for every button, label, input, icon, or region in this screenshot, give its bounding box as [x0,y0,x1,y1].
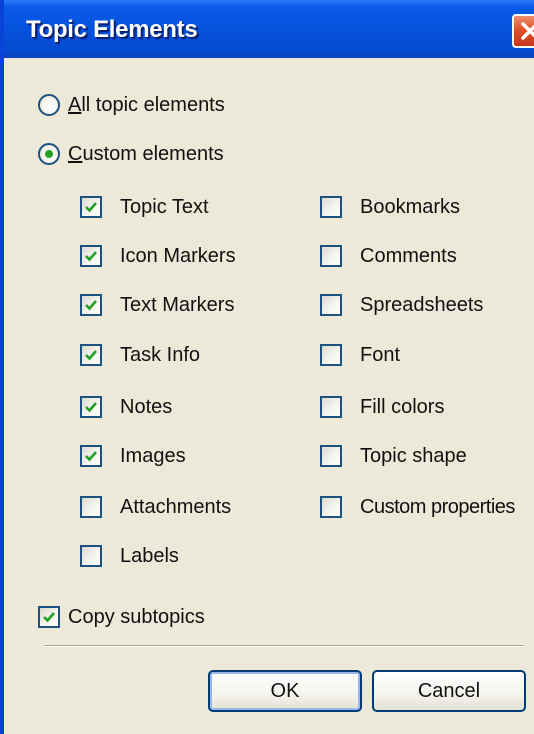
check-icon [85,451,97,462]
check-icon [43,612,55,623]
check-icon [85,251,97,262]
custom-properties-checkbox[interactable] [320,496,342,518]
all-topic-elements-radio[interactable] [38,94,60,116]
custom-elements-radio[interactable] [38,143,60,165]
fill-colors-checkbox[interactable] [320,396,342,418]
cancel-button[interactable]: Cancel [372,670,526,712]
topic-shape-checkbox[interactable] [320,445,342,467]
title-bar[interactable]: Topic Elements [4,0,534,58]
comments-label[interactable]: Comments [360,244,457,268]
close-icon [521,22,534,40]
labels-checkbox[interactable] [80,545,102,567]
custom-elements-label[interactable]: Custom elements [68,142,224,166]
check-icon [85,350,97,361]
font-checkbox[interactable] [320,344,342,366]
all-topic-elements-label[interactable]: All topic elements [68,93,225,117]
topic-shape-label[interactable]: Topic shape [360,444,467,468]
ok-button[interactable]: OK [208,670,362,712]
check-icon [85,202,97,213]
custom-properties-label[interactable]: Custom properties [360,495,515,519]
bookmarks-label[interactable]: Bookmarks [360,195,460,219]
spreadsheets-label[interactable]: Spreadsheets [360,293,483,317]
text-markers-checkbox[interactable] [80,294,102,316]
task-info-label[interactable]: Task Info [120,343,200,367]
images-checkbox[interactable] [80,445,102,467]
dialog-title: Topic Elements [26,16,198,43]
font-label[interactable]: Font [360,343,400,367]
text-markers-label[interactable]: Text Markers [120,293,234,317]
notes-label[interactable]: Notes [120,395,172,419]
icon-markers-checkbox[interactable] [80,245,102,267]
check-icon [85,300,97,311]
fill-colors-label[interactable]: Fill colors [360,395,444,419]
notes-checkbox[interactable] [80,396,102,418]
comments-checkbox[interactable] [320,245,342,267]
check-icon [85,402,97,413]
spreadsheets-checkbox[interactable] [320,294,342,316]
images-label[interactable]: Images [120,444,186,468]
topic-text-label[interactable]: Topic Text [120,195,209,219]
attachments-label[interactable]: Attachments [120,495,231,519]
copy-subtopics-checkbox[interactable] [38,606,60,628]
attachments-checkbox[interactable] [80,496,102,518]
icon-markers-label[interactable]: Icon Markers [120,244,236,268]
topic-text-checkbox[interactable] [80,196,102,218]
task-info-checkbox[interactable] [80,344,102,366]
copy-subtopics-label[interactable]: Copy subtopics [68,605,205,629]
radio-dot [45,150,53,158]
labels-label[interactable]: Labels [120,544,179,568]
bookmarks-checkbox[interactable] [320,196,342,218]
topic-elements-dialog: Topic Elements All topic elements Custom… [0,0,534,734]
close-button[interactable] [512,14,534,48]
separator [44,645,524,647]
